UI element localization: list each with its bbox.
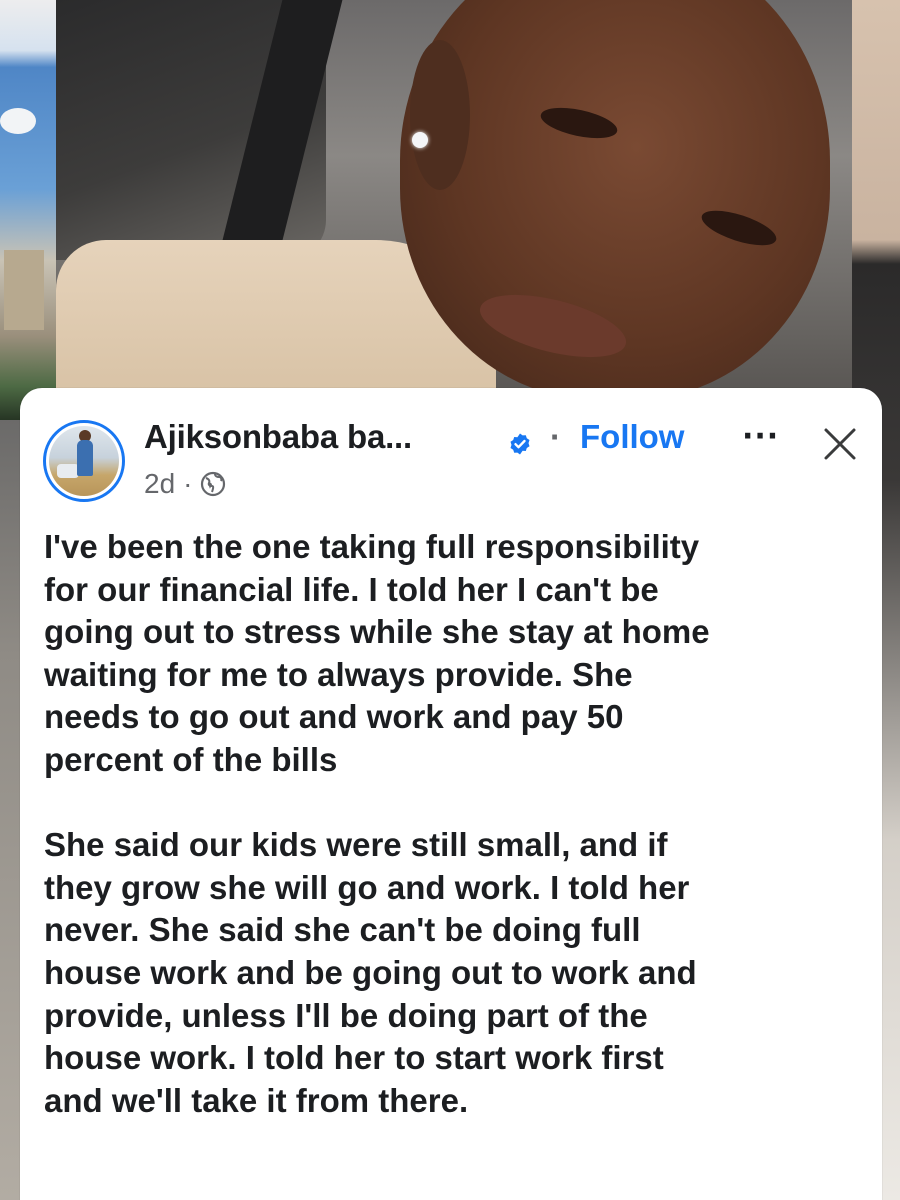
cloud (0, 108, 36, 134)
author-name[interactable]: Ajiksonbaba ba... (144, 418, 412, 456)
meta-separator: · (183, 468, 193, 499)
left-photo-strip (0, 0, 56, 420)
header-separator: · (550, 418, 561, 455)
post-card: Ajiksonbaba ba... · Follow ··· 2d · I've… (20, 388, 882, 1200)
avatar-image (49, 426, 119, 496)
globe-icon (201, 471, 226, 497)
more-options-icon[interactable]: ··· (742, 422, 779, 452)
post-timestamp[interactable]: 2d (144, 468, 175, 500)
follow-button[interactable]: Follow (580, 418, 684, 456)
building (4, 250, 44, 330)
post-meta: 2d · (144, 467, 226, 501)
post-header: Ajiksonbaba ba... · Follow ··· 2d · (20, 388, 882, 508)
avatar-car (57, 464, 79, 478)
close-icon[interactable] (820, 424, 860, 464)
earring (412, 132, 428, 148)
post-paragraph-1: I've been the one taking full responsibi… (44, 528, 710, 778)
post-paragraph-2: She said our kids were still small, and … (44, 826, 697, 1119)
post-body: I've been the one taking full responsibi… (44, 526, 864, 1165)
avatar-figure (77, 440, 93, 476)
verified-badge-icon (510, 433, 530, 455)
author-avatar[interactable] (43, 420, 125, 502)
ear (410, 40, 470, 190)
